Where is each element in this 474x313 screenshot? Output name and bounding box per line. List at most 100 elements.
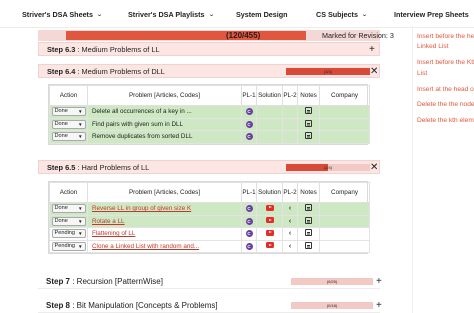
overall-progress: (120/455) Marked for Revision: 3 — [38, 30, 394, 41]
step-title: Step 6.4 : Medium Problems of DLL — [47, 67, 165, 76]
table-row: Done ▼ Remove duplicates from sorted DLL … — [49, 130, 370, 144]
caret-down-icon: ▼ — [77, 121, 83, 127]
expand-icon[interactable]: + — [369, 44, 375, 55]
table-row: Pending ▼ Clone a Linked List with random… — [49, 239, 370, 253]
c-plus-plus-icon[interactable]: C — [245, 205, 253, 213]
col-problem: Problem [Articles, Codes] — [87, 85, 242, 106]
problem-name: Remove duplicates from sorted DLL — [87, 130, 242, 144]
status-select[interactable]: Done ▼ — [51, 216, 86, 226]
nav-label: Striver's DSA Playlists — [128, 10, 205, 19]
nav-interview-prep[interactable]: Interview Prep Sheets⌄ — [394, 10, 474, 19]
step-7-header[interactable]: Step 7 : Recursion [PatternWise] (0/25) … — [38, 274, 382, 289]
c-plus-plus-icon[interactable]: C — [245, 133, 253, 141]
status-value: Pending — [54, 230, 76, 237]
chevron-down-icon: ⌄ — [207, 12, 215, 18]
problem-link[interactable]: Flattening of LL — [92, 230, 135, 237]
youtube-icon[interactable] — [265, 229, 274, 236]
top-nav: Striver's DSA Sheets ⌄ Striver's DSA Play… — [0, 0, 474, 28]
note-icon[interactable] — [305, 204, 312, 212]
sidebar-link[interactable]: Insert at the head of — [417, 85, 474, 94]
caret-down-icon: ▼ — [77, 218, 83, 224]
c-plus-plus-icon[interactable]: C — [245, 120, 253, 128]
table-row: Done ▼ Reverse LL in group of given size … — [49, 202, 370, 216]
sidebar-link[interactable]: Insert before the he — [417, 32, 474, 41]
step-title: Step 8 : Bit Manipulation [Concepts & Pr… — [46, 301, 218, 310]
nav-dsa-sheets[interactable]: Striver's DSA Sheets ⌄ — [22, 10, 103, 19]
c-plus-plus-icon[interactable]: C — [245, 108, 253, 116]
leetcode-icon[interactable]: ‹ — [289, 205, 291, 212]
step-number: Step 8 — [46, 301, 71, 310]
hard-ll-problems-table: Action Problem [Articles, Codes] PL-1 So… — [48, 181, 370, 254]
col-pl1: PL-1 — [241, 182, 257, 203]
problem-link[interactable]: Rotate a LL — [92, 218, 125, 225]
sidebar-link[interactable]: List — [417, 69, 474, 78]
col-pl2: PL-2 — [282, 182, 298, 203]
problem-link[interactable]: Clone a Linked List with random and... — [92, 243, 199, 250]
step-number: Step 6.3 — [47, 45, 76, 54]
youtube-icon[interactable] — [265, 217, 274, 224]
step-6-3-header[interactable]: Step 6.3 : Medium Problems of LL + — [38, 42, 380, 56]
leetcode-icon[interactable]: ‹ — [289, 218, 291, 225]
table-row: Done ▼ Find pairs with given sum in DLL C — [49, 117, 370, 131]
status-select[interactable]: Done ▼ — [51, 107, 86, 117]
status-select[interactable]: Pending ▼ — [51, 229, 86, 239]
nav-cs-subjects[interactable]: CS Subjects ⌄ — [316, 10, 368, 19]
note-icon[interactable] — [305, 241, 312, 249]
table-row: Pending ▼ Flattening of LL C ‹ — [49, 227, 370, 241]
step-name: : Medium Problems of DLL — [75, 67, 165, 76]
sidebar-link[interactable]: Delete the kth elem — [417, 116, 474, 125]
step-progress-bar: (0/25) — [291, 278, 373, 285]
c-plus-plus-icon[interactable]: C — [245, 242, 253, 250]
nav-dsa-playlists[interactable]: Striver's DSA Playlists ⌄ — [128, 10, 214, 19]
leetcode-icon[interactable]: ‹ — [289, 230, 291, 237]
col-notes: Notes — [297, 182, 320, 203]
step-progress-text: (0/25) — [326, 279, 338, 284]
expand-icon[interactable]: + — [376, 300, 382, 311]
step-progress-bar: (3/3) — [286, 68, 370, 75]
c-plus-plus-icon[interactable]: C — [245, 230, 253, 238]
step-name: : Recursion [PatternWise] — [70, 277, 163, 286]
sidebar-link[interactable]: Delete the the node with — [417, 100, 474, 109]
collapse-icon[interactable]: ✕ — [370, 162, 378, 173]
step-8-header[interactable]: Step 8 : Bit Manipulation [Concepts & Pr… — [38, 298, 382, 313]
status-select[interactable]: Done ▼ — [51, 132, 86, 142]
leetcode-icon[interactable]: ‹ — [289, 243, 291, 250]
status-value: Done — [54, 108, 68, 115]
note-icon[interactable] — [305, 107, 312, 115]
nav-system-design[interactable]: System Design — [236, 10, 288, 19]
expand-icon[interactable]: + — [376, 276, 382, 287]
status-select[interactable]: Done ▼ — [51, 119, 86, 129]
step-progress-text: (2/4) — [323, 165, 333, 170]
problem-link[interactable]: Reverse LL in group of given size K — [92, 205, 191, 212]
step-number: Step 6.5 — [47, 163, 76, 172]
note-icon[interactable] — [305, 229, 312, 237]
status-select[interactable]: Pending ▼ — [51, 241, 86, 251]
problem-name: Find pairs with given sum in DLL — [87, 117, 242, 131]
step-6-5-header[interactable]: Step 6.5 : Hard Problems of LL (2/4) ✕ — [38, 160, 380, 174]
caret-down-icon: ▼ — [77, 206, 83, 212]
nav-label: Interview Prep Sheets — [394, 10, 469, 19]
note-icon[interactable] — [305, 119, 312, 127]
nav-label: Striver's DSA Sheets — [22, 10, 93, 19]
col-action: Action — [49, 85, 88, 106]
note-icon[interactable] — [305, 216, 312, 224]
caret-down-icon: ▼ — [77, 243, 83, 249]
youtube-icon[interactable] — [265, 242, 274, 249]
sidebar-link[interactable]: Insert before the Kth — [417, 58, 474, 67]
caret-down-icon: ▼ — [77, 109, 83, 115]
step-number: Step 6.4 — [47, 67, 76, 76]
note-icon[interactable] — [305, 132, 312, 140]
collapse-icon[interactable]: ✕ — [370, 66, 378, 77]
col-company: Company — [319, 85, 370, 106]
sidebar-divider — [412, 26, 413, 313]
step-6-4-header[interactable]: Step 6.4 : Medium Problems of DLL (3/3) … — [38, 64, 380, 78]
overall-progress-fill — [66, 31, 306, 40]
c-plus-plus-icon[interactable]: C — [245, 217, 253, 225]
problem-name: Delete all occurrences of a key in ... — [87, 105, 242, 119]
table-row: Done ▼ Rotate a LL C ‹ — [49, 214, 370, 228]
youtube-icon[interactable] — [265, 204, 274, 211]
status-select[interactable]: Done ▼ — [51, 204, 86, 214]
col-notes: Notes — [297, 85, 320, 106]
sidebar-link[interactable]: Linked List — [417, 42, 474, 51]
col-problem: Problem [Articles, Codes] — [87, 182, 242, 203]
